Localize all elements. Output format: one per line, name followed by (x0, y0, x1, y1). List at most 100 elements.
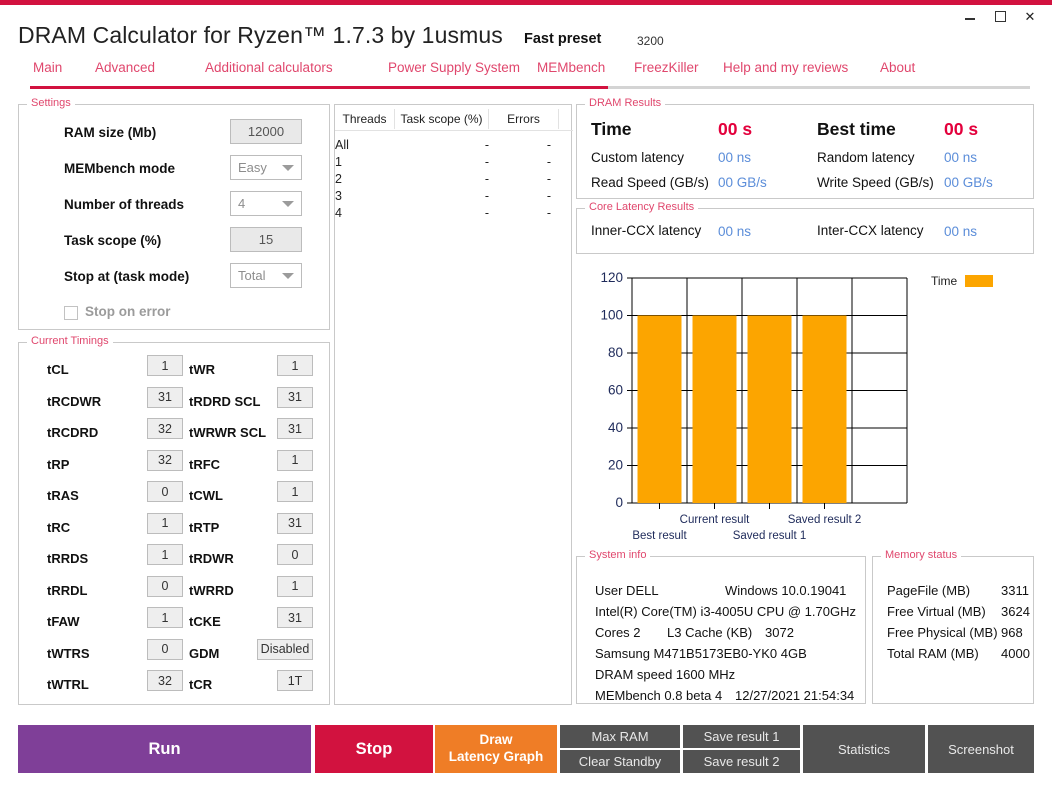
memory-status-value: 968 (1001, 625, 1023, 640)
run-button[interactable]: Run (18, 725, 311, 773)
timing-value: 0 (292, 548, 299, 562)
tab-underline-active (30, 86, 608, 89)
timing-input[interactable]: 31 (277, 607, 313, 628)
table-cell: 3 (335, 187, 349, 205)
timing-row: tRP 32 (47, 450, 197, 480)
table-cell: 1 (335, 153, 349, 171)
stop-on-error-row[interactable]: Stop on error (19, 301, 331, 327)
timing-input[interactable]: 1 (277, 355, 313, 376)
threads-table-header: ThreadsTask scope (%)Errors (335, 109, 573, 131)
timing-input[interactable]: 31 (277, 418, 313, 439)
setting-select[interactable]: Total (230, 263, 302, 288)
setting-row: Number of threads4 (19, 191, 331, 221)
timing-row: tRFC1 (189, 450, 339, 480)
setting-select[interactable]: Easy (230, 155, 302, 180)
memory-status-value: 3624 (1001, 604, 1030, 619)
chevron-down-icon[interactable] (282, 165, 294, 171)
timing-input[interactable]: 1 (147, 513, 183, 534)
tab-freezkiller[interactable]: FreezKiller (634, 60, 699, 75)
save-result-2-button[interactable]: Save result 2 (683, 750, 800, 773)
timing-input[interactable]: 1 (147, 544, 183, 565)
tab-main[interactable]: Main (33, 60, 62, 75)
timing-input[interactable]: 1 (277, 450, 313, 471)
timing-row: tRDRD SCL31 (189, 387, 339, 417)
timing-label: tRP (47, 457, 69, 472)
table-row: 4-- (335, 204, 573, 222)
timing-value: 0 (162, 485, 169, 499)
tab-power-supply-system[interactable]: Power Supply System (388, 60, 520, 75)
timing-label: GDM (189, 646, 219, 661)
inter-ccx-latency-label: Inter-CCX latency (817, 223, 924, 238)
timing-input[interactable]: 0 (147, 576, 183, 597)
timing-row: tWRRD1 (189, 576, 339, 606)
timing-input[interactable]: 31 (277, 513, 313, 534)
setting-input[interactable]: 15 (230, 227, 302, 252)
bottom-button-bar: Run Stop Draw Latency Graph Max RAM Clea… (0, 713, 1052, 791)
setting-input[interactable]: 12000 (230, 119, 302, 144)
draw-latency-graph-button[interactable]: Draw Latency Graph (435, 725, 557, 773)
setting-value: Total (238, 268, 265, 283)
chevron-down-icon[interactable] (282, 273, 294, 279)
random-latency-value: 00 ns (944, 150, 977, 165)
minimize-icon[interactable] (962, 8, 978, 24)
timing-row: tCWL 1 (189, 481, 339, 511)
setting-row: RAM size (Mb)12000 (19, 119, 331, 149)
statistics-button[interactable]: Statistics (803, 725, 925, 773)
timing-input[interactable]: 1 (277, 576, 313, 597)
chart-x-tick-label: Best result (632, 530, 687, 542)
timing-input[interactable]: 0 (147, 639, 183, 660)
custom-latency-label: Custom latency (591, 150, 684, 165)
timing-input[interactable]: 0 (277, 544, 313, 565)
timing-value: 32 (158, 453, 172, 467)
inner-ccx-latency-value: 00 ns (718, 224, 751, 239)
setting-value: 15 (259, 232, 273, 247)
table-row: 3-- (335, 187, 573, 205)
screenshot-button[interactable]: Screenshot (928, 725, 1034, 773)
table-row: All-- (335, 136, 573, 154)
timing-label: tCWL (189, 488, 223, 503)
timing-row: tFAW1 (47, 607, 197, 637)
timing-input[interactable]: 1 (277, 481, 313, 502)
timing-row: GDM Disabled (189, 639, 339, 669)
inner-ccx-latency-label: Inner-CCX latency (591, 223, 701, 238)
max-ram-button[interactable]: Max RAM (560, 725, 680, 748)
timing-label: tWR (189, 362, 215, 377)
tab-about[interactable]: About (880, 60, 915, 75)
timing-input[interactable]: 32 (147, 670, 183, 691)
tab-membench[interactable]: MEMbench (537, 60, 605, 75)
timing-input[interactable]: 32 (147, 418, 183, 439)
timing-input[interactable]: 1T (277, 670, 313, 691)
time-value: 00 s (718, 119, 752, 140)
chevron-down-icon[interactable] (282, 201, 294, 207)
preset-label: Fast preset (524, 31, 601, 47)
stop-on-error-checkbox[interactable] (64, 306, 78, 320)
table-cell: - (489, 187, 559, 205)
timing-row: tRRDS1 (47, 544, 197, 574)
setting-label: Stop at (task mode) (64, 269, 189, 284)
table-cell: - (489, 136, 559, 154)
close-icon[interactable]: ✕ (1022, 8, 1038, 24)
timing-input[interactable]: Disabled (257, 639, 313, 660)
setting-select[interactable]: 4 (230, 191, 302, 216)
timing-input[interactable]: 31 (147, 387, 183, 408)
save-result-1-button[interactable]: Save result 1 (683, 725, 800, 748)
title-bar-accent (0, 0, 1052, 5)
timing-input[interactable]: 1 (147, 607, 183, 628)
tab-additional-calculators[interactable]: Additional calculators (205, 60, 333, 75)
timing-input[interactable]: 32 (147, 450, 183, 471)
tab-help-and-my-reviews[interactable]: Help and my reviews (723, 60, 848, 75)
timing-label: tCKE (189, 614, 221, 629)
timing-input[interactable]: 0 (147, 481, 183, 502)
timing-input[interactable]: 1 (147, 355, 183, 376)
chart-bar (638, 316, 682, 504)
stop-button[interactable]: Stop (315, 725, 433, 773)
maximize-icon[interactable] (992, 8, 1008, 24)
tab-bar: Main Advanced Additional calculators Power … (0, 60, 1052, 90)
timing-value: Disabled (261, 642, 310, 656)
table-cell: - (489, 153, 559, 171)
timing-input[interactable]: 31 (277, 387, 313, 408)
setting-value: Easy (238, 160, 267, 175)
clear-standby-button[interactable]: Clear Standby (560, 750, 680, 773)
tab-advanced[interactable]: Advanced (95, 60, 155, 75)
timing-row: tRCDRD32 (47, 418, 197, 448)
